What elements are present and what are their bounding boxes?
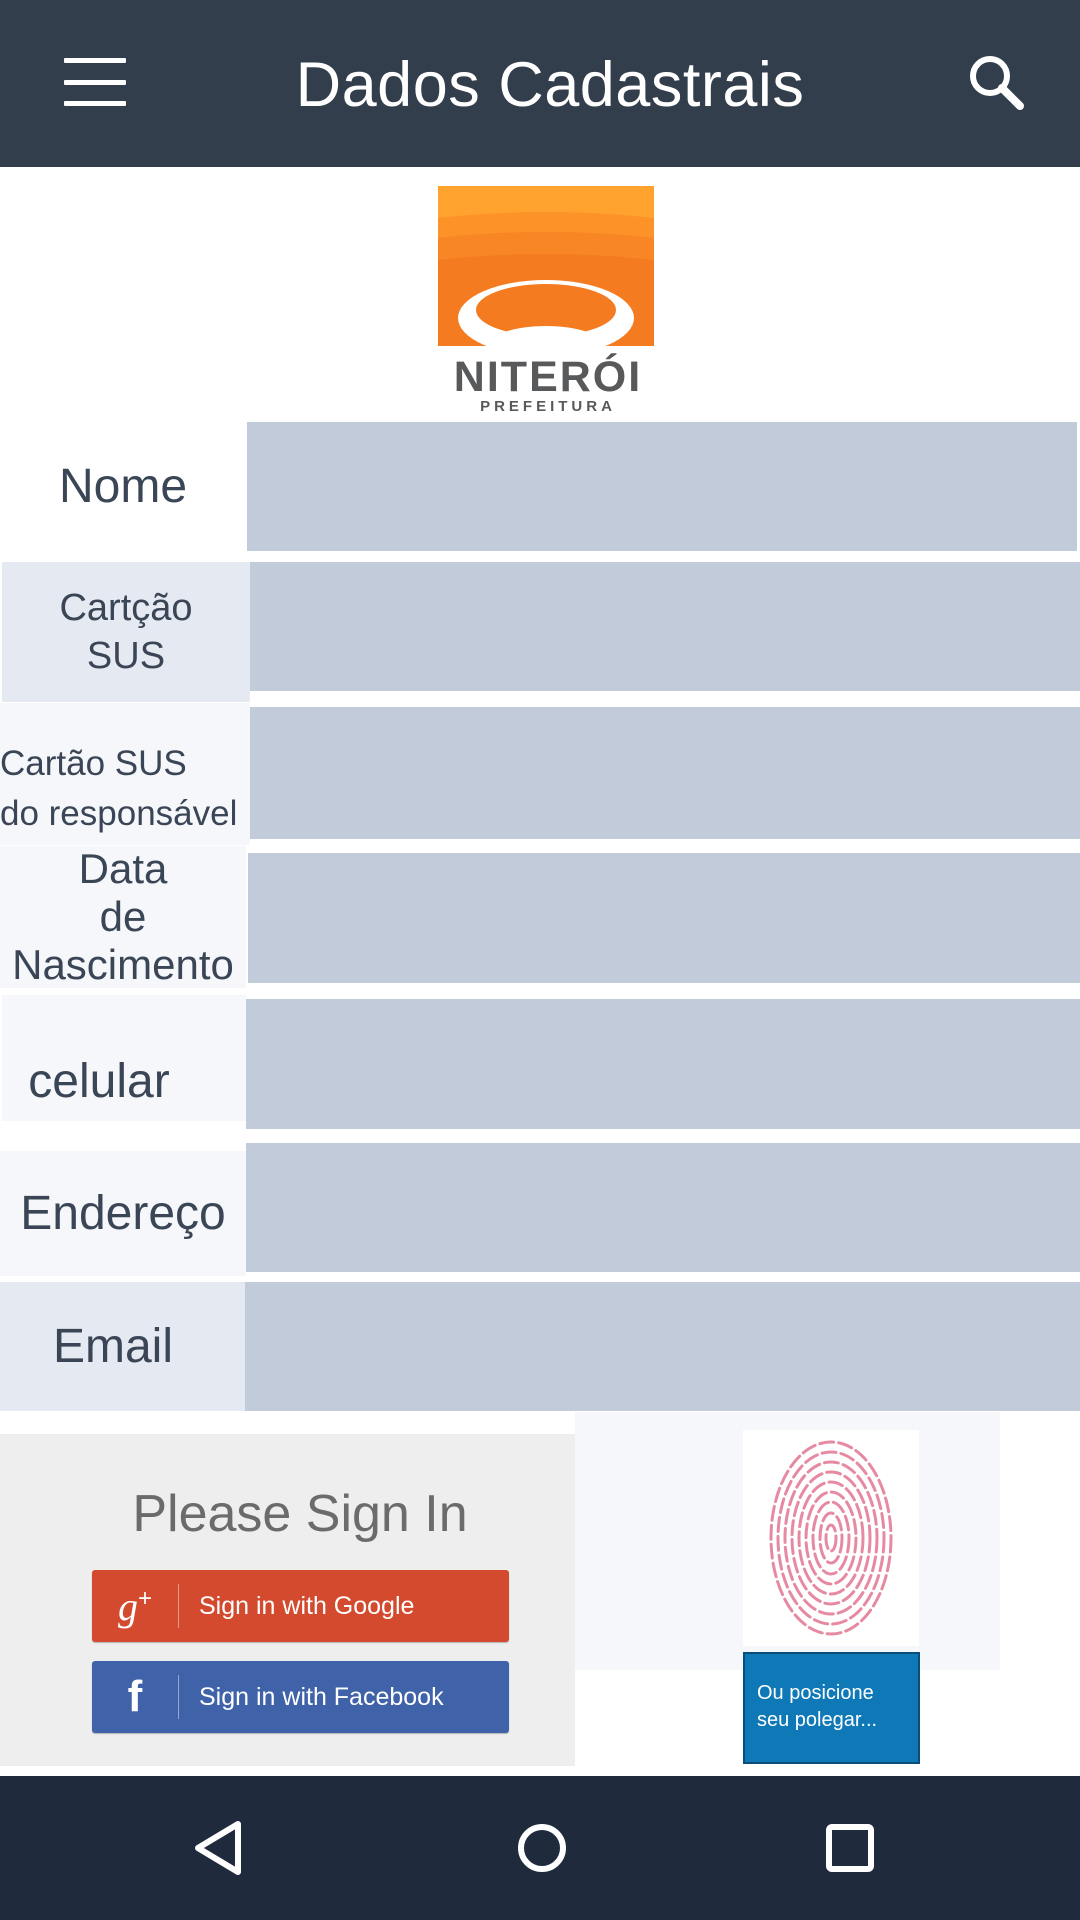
field-label-cartao-sus: Cartção SUS bbox=[2, 562, 250, 702]
data-nascimento-input[interactable] bbox=[248, 853, 1080, 983]
logo-subtitle: PREFEITURA bbox=[480, 398, 616, 415]
thumb-scan-label: Ou posicione seu polegar... bbox=[757, 1682, 878, 1731]
facebook-signin-label: Sign in with Facebook bbox=[199, 1682, 444, 1711]
home-circle-icon[interactable] bbox=[492, 1798, 592, 1898]
field-label-cartao-sus-responsavel: Cartão SUS do responsável bbox=[0, 703, 250, 845]
google-signin-button[interactable]: g + Sign in with Google bbox=[92, 1570, 509, 1642]
celular-input[interactable] bbox=[246, 999, 1080, 1129]
back-triangle-icon[interactable] bbox=[168, 1798, 268, 1898]
signin-title: Please Sign In bbox=[132, 1485, 468, 1543]
logo-wordmark: NITERÓI bbox=[453, 353, 643, 401]
facebook-icon: f bbox=[127, 1672, 143, 1721]
field-label-email: Email bbox=[0, 1282, 246, 1411]
cartao-sus-responsavel-input[interactable] bbox=[250, 707, 1080, 839]
field-label-celular: celular bbox=[2, 995, 246, 1121]
field-label-nome: Nome bbox=[0, 420, 246, 552]
recents-square-icon[interactable] bbox=[800, 1798, 900, 1898]
fingerprint-card[interactable] bbox=[743, 1430, 919, 1646]
facebook-signin-button[interactable]: f Sign in with Facebook bbox=[92, 1661, 509, 1733]
page-title: Dados Cadastrais bbox=[295, 50, 805, 120]
logo-emblem-icon bbox=[438, 186, 654, 366]
system-nav-bar bbox=[0, 1776, 1080, 1920]
nome-input[interactable] bbox=[247, 422, 1077, 551]
google-plus-icon: g + bbox=[117, 1583, 152, 1629]
app-bar: Dados Cadastrais bbox=[0, 0, 1080, 167]
cartao-sus-input[interactable] bbox=[250, 562, 1080, 691]
thumb-scan-button[interactable]: Ou posicione seu polegar... bbox=[743, 1652, 920, 1764]
niteroi-logo: NITERÓI PREFEITURA bbox=[438, 186, 658, 416]
search-icon[interactable] bbox=[966, 52, 1026, 112]
google-signin-label: Sign in with Google bbox=[199, 1591, 415, 1620]
field-label-endereco: Endereço bbox=[0, 1151, 246, 1276]
fingerprint-icon bbox=[769, 1440, 893, 1636]
field-label-data-nascimento: Data de Nascimento bbox=[0, 845, 246, 988]
email-input[interactable] bbox=[245, 1282, 1080, 1411]
endereco-input[interactable] bbox=[246, 1143, 1080, 1272]
